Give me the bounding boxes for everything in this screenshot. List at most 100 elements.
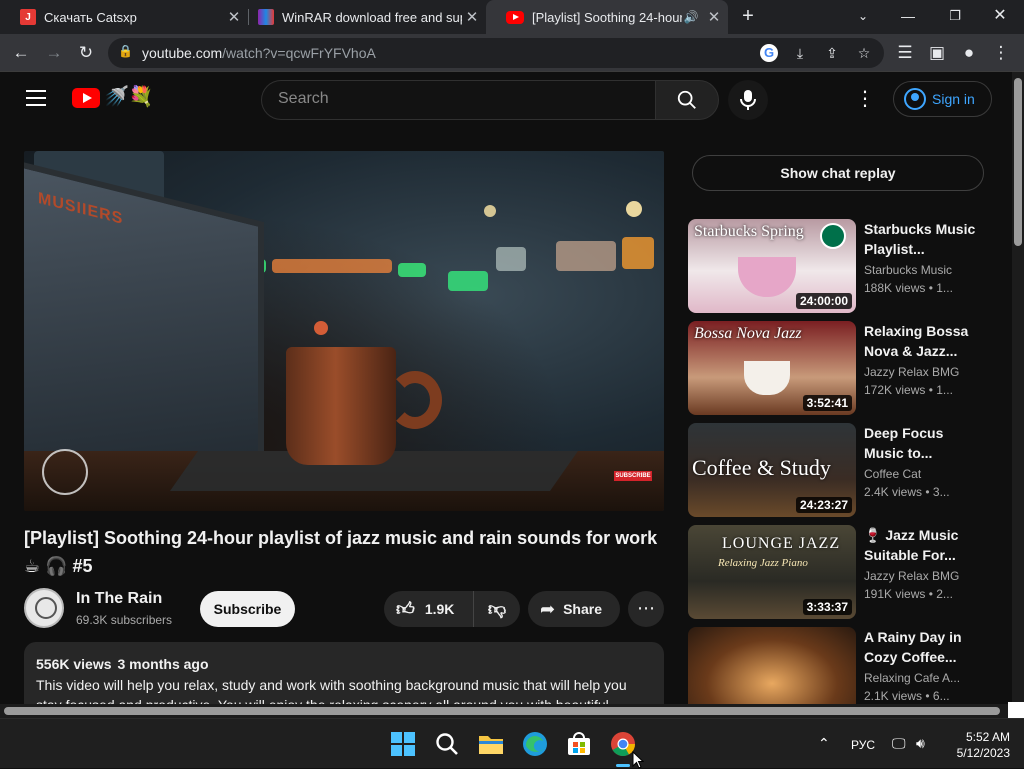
catsxp-icon: J: [20, 9, 36, 25]
browser-tab-catsxp[interactable]: J Скачать Catsxp ✕: [0, 0, 248, 34]
side-panel-icon[interactable]: ▣: [926, 42, 948, 64]
recommendation-title[interactable]: Starbucks Music Playlist...: [864, 219, 982, 259]
close-tab-icon[interactable]: ✕: [462, 8, 482, 26]
windows-taskbar: ⌃ РУС 🖵 🔊︎ 5:52 AM 5/12/2023: [0, 718, 1024, 769]
recommendation-item[interactable]: Starbucks Spring 24:00:00 Starbucks Musi…: [688, 219, 988, 315]
microphone-icon: [740, 90, 756, 110]
install-icon[interactable]: ⤓: [790, 43, 810, 63]
share-page-icon[interactable]: ⇪: [822, 43, 842, 63]
scrollbar-thumb[interactable]: [4, 707, 1000, 715]
search-button[interactable]: [655, 80, 719, 120]
scrollbar-corner: [1008, 702, 1024, 718]
tab-title: WinRAR download free and supp: [282, 9, 462, 25]
show-chat-replay-button[interactable]: Show chat replay: [692, 155, 984, 191]
like-button[interactable]: 👍︎ 1.9K: [384, 591, 474, 627]
recommendation-thumbnail[interactable]: Coffee & Study 24:23:27: [688, 423, 856, 517]
channel-watermark-icon[interactable]: [42, 449, 88, 495]
tab-search-icon[interactable]: ⌄: [848, 4, 878, 28]
forward-arrow-icon[interactable]: →: [43, 42, 65, 64]
volume-icon[interactable]: 🔊︎: [916, 735, 925, 752]
recommendation-item[interactable]: LOUNGE JAZZ Relaxing Jazz Piano 3:33:37 …: [688, 525, 988, 621]
network-icon[interactable]: 🖵: [892, 735, 906, 752]
edge-browser-icon[interactable]: [522, 731, 548, 757]
recommendation-channel[interactable]: Jazzy Relax BMG: [864, 569, 959, 583]
file-explorer-icon[interactable]: [478, 731, 504, 757]
search-input[interactable]: [278, 90, 638, 108]
sign-in-button[interactable]: Sign in: [893, 81, 992, 117]
google-icon[interactable]: G: [760, 44, 778, 62]
video-player[interactable]: MUSIIERS SUBSCRIBE: [24, 151, 664, 511]
restore-icon[interactable]: ❐: [940, 4, 970, 28]
voice-search-button[interactable]: [728, 80, 768, 120]
speaker-icon[interactable]: 🔊: [682, 10, 700, 24]
browser-tab-winrar[interactable]: WinRAR download free and supp ✕: [238, 0, 486, 34]
thumbs-up-icon: 👍︎: [396, 599, 415, 619]
recommendation-channel[interactable]: Coffee Cat: [864, 467, 921, 481]
coffee-cup-picture: [744, 361, 790, 395]
bokeh-light: [314, 321, 328, 335]
close-window-icon[interactable]: ✕: [985, 4, 1015, 28]
chrome-menu-icon[interactable]: ⋮: [990, 42, 1012, 64]
bokeh-light: [272, 259, 392, 273]
guide-menu-icon[interactable]: [26, 90, 46, 106]
recommendation-title[interactable]: Deep Focus Music to...: [864, 423, 982, 463]
channel-avatar[interactable]: [24, 588, 64, 628]
description-box[interactable]: 556K views 3 months ago This video will h…: [24, 642, 664, 704]
thumbnail-text: LOUNGE JAZZ: [722, 535, 841, 552]
search-box[interactable]: [261, 80, 655, 120]
back-arrow-icon[interactable]: ←: [10, 42, 32, 64]
dislike-button[interactable]: 👎︎: [474, 598, 520, 620]
clock-date: 5/12/2023: [956, 746, 1010, 760]
recommendation-meta: 2.4K views • 3...: [864, 485, 950, 499]
thumbnail-subtext: Relaxing Jazz Piano: [718, 557, 808, 569]
bokeh-light: [484, 205, 496, 217]
reload-icon[interactable]: ↻: [75, 42, 97, 64]
vertical-scrollbar[interactable]: [1012, 72, 1024, 704]
taskbar-clock[interactable]: 5:52 AM 5/12/2023: [946, 729, 1010, 761]
share-button[interactable]: ➦ Share: [528, 591, 620, 627]
recommendation-channel[interactable]: Jazzy Relax BMG: [864, 365, 959, 379]
more-actions-icon[interactable]: ⋯: [628, 591, 664, 627]
like-dislike-group: 👍︎ 1.9K 👎︎: [384, 591, 520, 627]
scrollbar-thumb[interactable]: [1014, 78, 1022, 246]
recommendation-channel[interactable]: Relaxing Cafe A...: [864, 671, 960, 685]
winrar-icon: [258, 9, 274, 25]
windows-start-icon[interactable]: [390, 731, 416, 757]
subscribe-badge[interactable]: SUBSCRIBE: [614, 471, 652, 481]
subscribe-button[interactable]: Subscribe: [200, 591, 295, 627]
recommendation-thumbnail[interactable]: [688, 627, 856, 704]
show-hidden-icons-icon[interactable]: ⌃: [818, 735, 830, 752]
recommendation-item[interactable]: A Rainy Day in Cozy Coffee... Relaxing C…: [688, 627, 988, 704]
microsoft-store-icon[interactable]: [566, 731, 592, 757]
recommendation-thumbnail[interactable]: Starbucks Spring 24:00:00: [688, 219, 856, 313]
youtube-logo[interactable]: [72, 88, 100, 108]
horizontal-scrollbar[interactable]: [0, 704, 1012, 718]
doodle-icon[interactable]: 🚿💐: [104, 84, 154, 109]
recommendation-item[interactable]: Bossa Nova Jazz 3:52:41 Relaxing Bossa N…: [688, 321, 988, 417]
clock-time: 5:52 AM: [965, 730, 1010, 744]
recommendation-title[interactable]: Relaxing Bossa Nova & Jazz...: [864, 321, 982, 361]
recommendation-thumbnail[interactable]: Bossa Nova Jazz 3:52:41: [688, 321, 856, 415]
recommendation-thumbnail[interactable]: LOUNGE JAZZ Relaxing Jazz Piano 3:33:37: [688, 525, 856, 619]
address-bar[interactable]: 🔒 youtube.com/watch?v=qcwFrYFVhoA G ⤓ ⇪ …: [108, 38, 884, 68]
description-text: This video will help you relax, study an…: [36, 677, 627, 704]
bookmark-star-icon[interactable]: ☆: [854, 43, 874, 63]
close-tab-icon[interactable]: ✕: [704, 8, 724, 26]
search-icon: [677, 90, 696, 109]
lock-icon: 🔒: [118, 44, 133, 58]
recommendation-title[interactable]: 🍷 Jazz Music Suitable For...: [864, 525, 982, 565]
recommendation-meta: 191K views • 2...: [864, 587, 953, 601]
input-language[interactable]: РУС: [851, 738, 875, 752]
reading-list-icon[interactable]: ☰: [894, 42, 916, 64]
channel-name[interactable]: In The Rain: [76, 590, 162, 608]
recommendation-item[interactable]: Coffee & Study 24:23:27 Deep Focus Music…: [688, 423, 988, 519]
minimize-icon[interactable]: —: [893, 4, 923, 28]
browser-tab-youtube[interactable]: [Playlist] Soothing 24-hour p 🔊 ✕: [486, 0, 728, 34]
recommendation-title[interactable]: A Rainy Day in Cozy Coffee...: [864, 627, 982, 667]
recommendation-channel[interactable]: Starbucks Music: [864, 263, 952, 277]
search-icon[interactable]: [434, 731, 460, 757]
settings-kebab-icon[interactable]: ⋮: [854, 88, 876, 112]
new-tab-button[interactable]: +: [737, 5, 759, 27]
coffee-cup: [286, 347, 396, 465]
profile-icon[interactable]: ●: [958, 42, 980, 64]
